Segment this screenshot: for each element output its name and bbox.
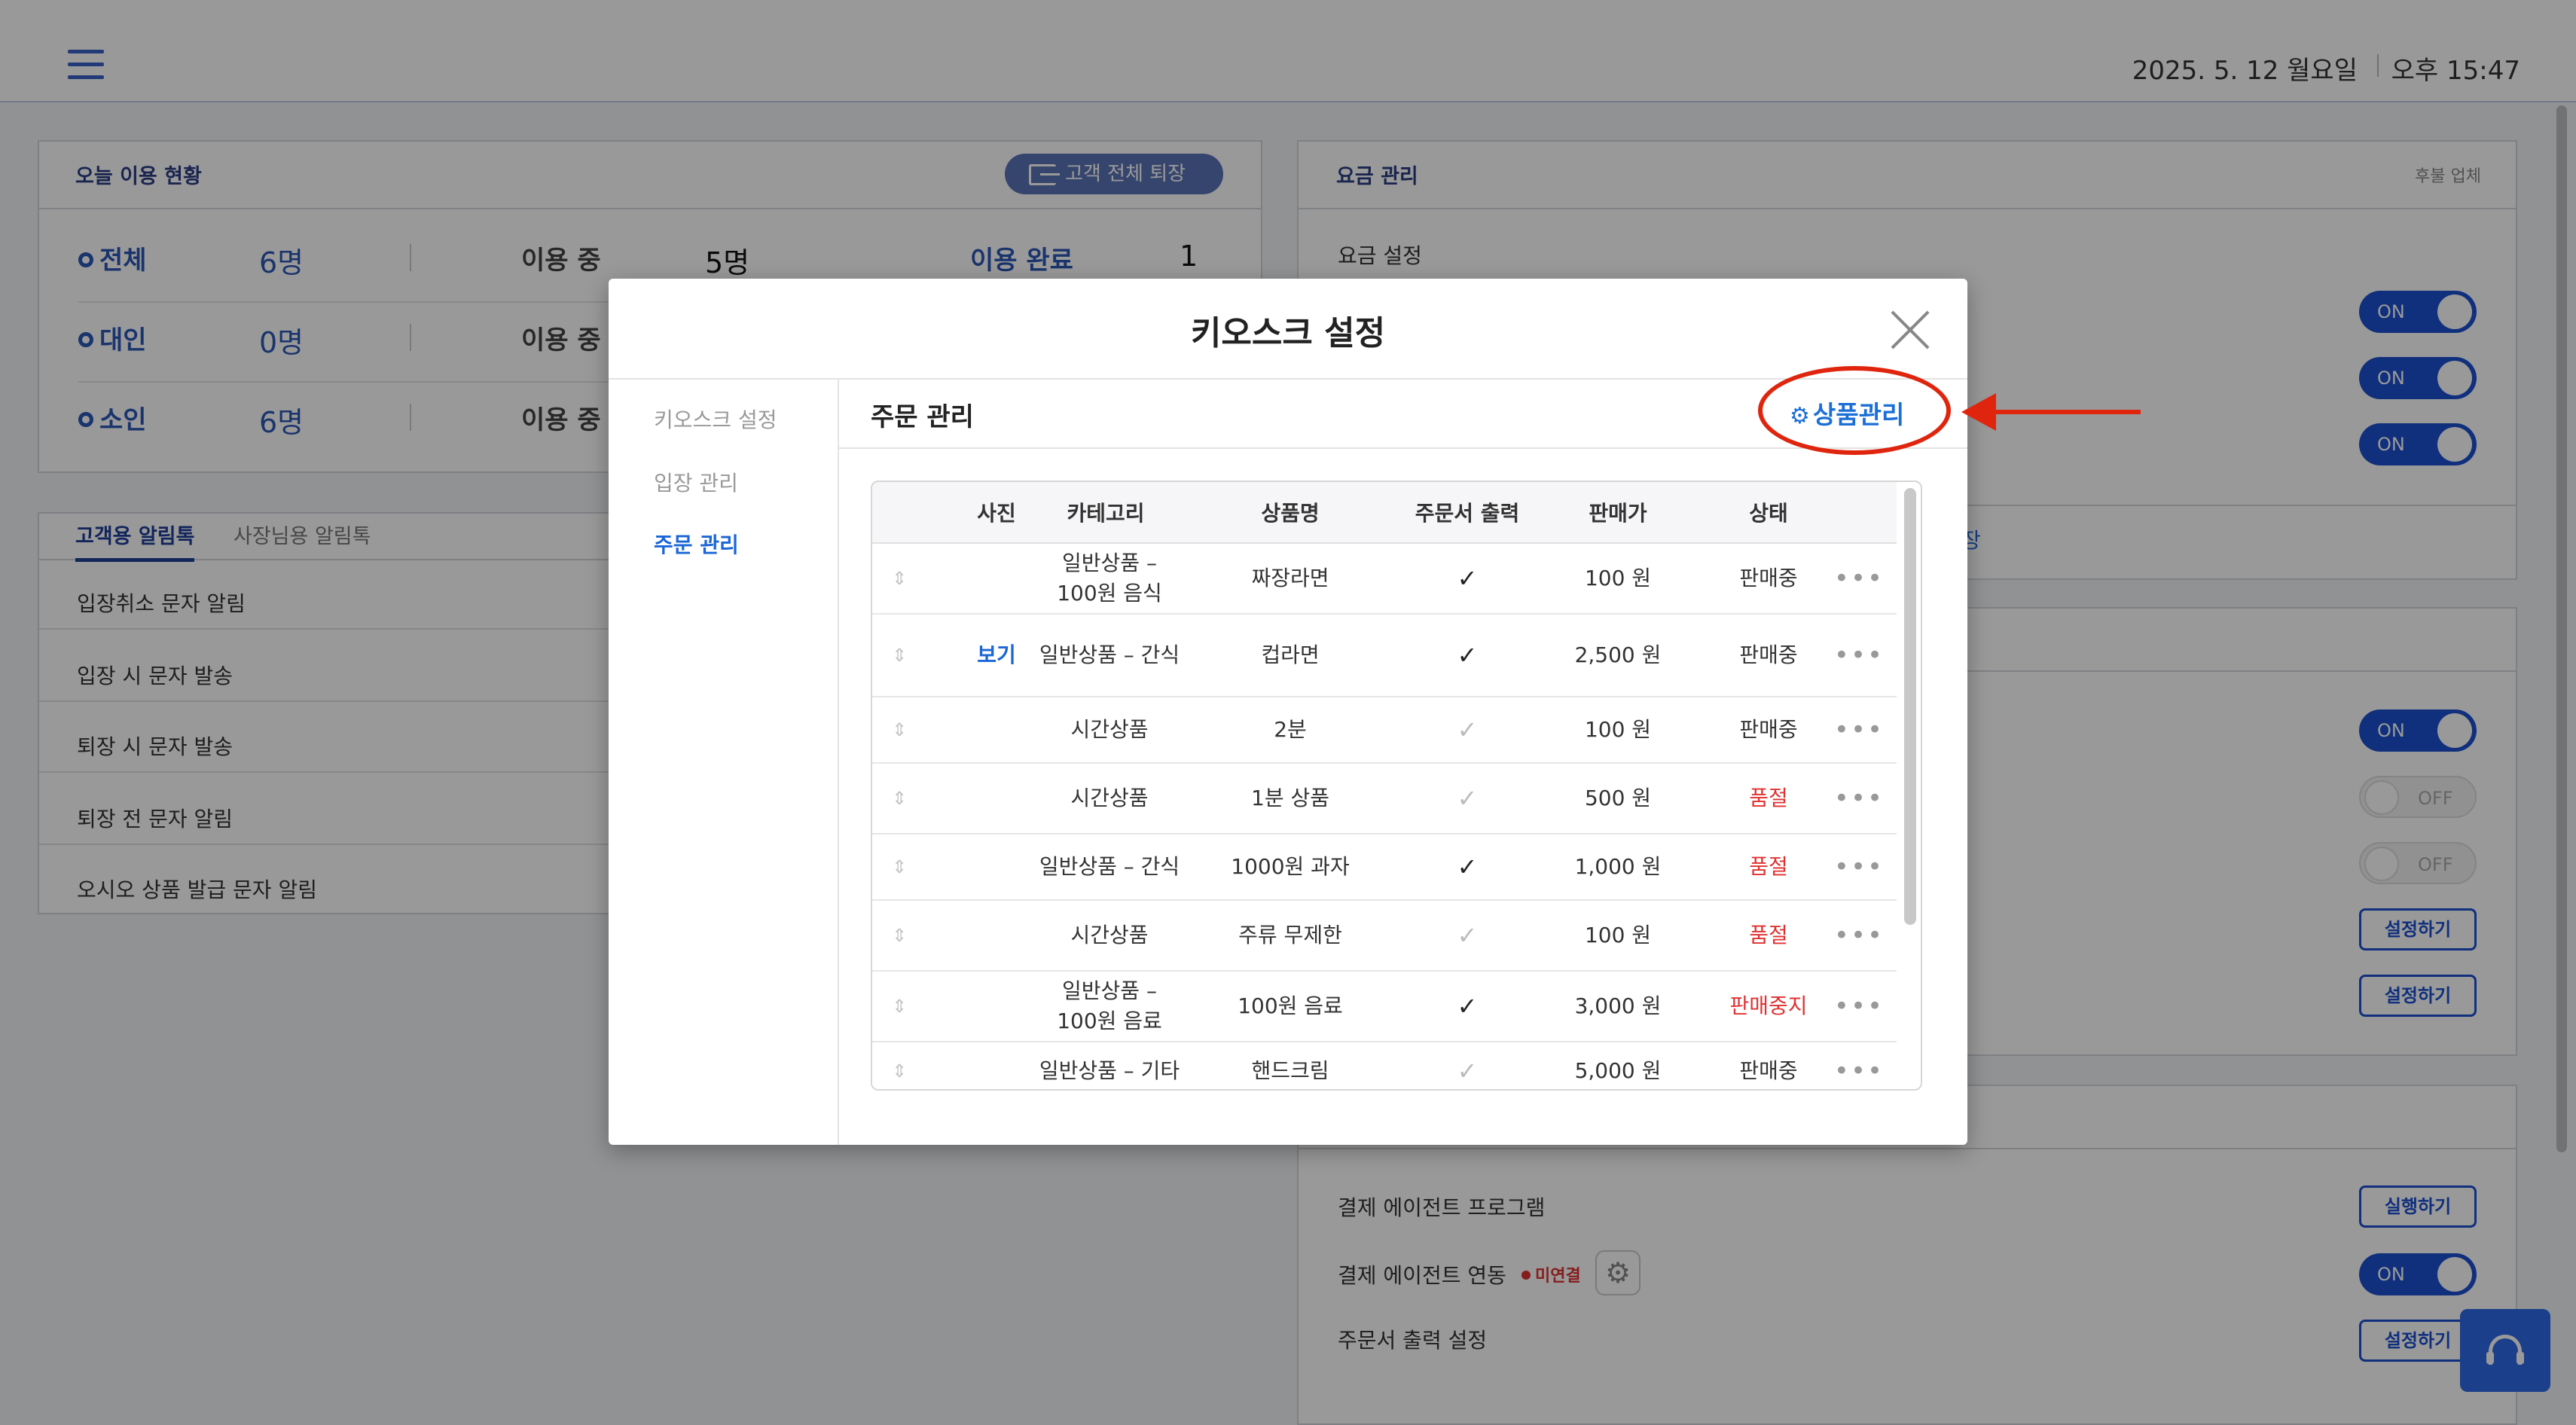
table-row[interactable]: ⇕ 일반상품 – 100원 음료 100원 음료 ✓ 3,000 원 판매중지 •••	[872, 972, 1897, 1042]
more-options-icon[interactable]: •••	[1821, 615, 1897, 696]
table-row[interactable]: ⇕ 시간상품 1분 상품 ✓ 500 원 품절 •••	[872, 764, 1897, 835]
price-cell: 5,000 원	[1574, 1058, 1662, 1083]
table-row[interactable]: ⇕ 일반상품 – 기타 핸드크림 ✓ 5,000 원 판매중 •••	[872, 1042, 1897, 1089]
drag-handle-icon[interactable]: ⇕	[892, 901, 907, 970]
column-price: 판매가	[1589, 501, 1647, 526]
table-row[interactable]: ⇕ 보기 일반상품 – 간식 컵라면 ✓ 2,500 원 판매중 •••	[872, 615, 1897, 697]
table-scrollbar[interactable]	[1904, 488, 1916, 925]
category-cell: 시간상품	[1070, 717, 1149, 742]
section-title: 주문 관리	[871, 402, 974, 432]
category-cell: 일반상품 – 기타	[1039, 1058, 1180, 1083]
check-icon: ✓	[1457, 992, 1478, 1021]
check-icon: ✓	[1457, 1057, 1478, 1085]
close-icon[interactable]	[1889, 309, 1931, 351]
drag-handle-icon[interactable]: ⇕	[892, 972, 907, 1041]
side-item-entry-management[interactable]: 입장 관리	[654, 467, 738, 497]
modal-title: 키오스크 설정	[1190, 314, 1386, 352]
name-cell: 컵라면	[1261, 642, 1320, 667]
more-options-icon[interactable]: •••	[1821, 764, 1897, 833]
category-cell: 일반상품 – 간식	[1039, 854, 1180, 879]
price-cell: 2,500 원	[1574, 642, 1662, 667]
name-cell: 핸드크림	[1251, 1058, 1329, 1083]
price-cell: 1,000 원	[1574, 854, 1662, 879]
drag-handle-icon[interactable]: ⇕	[892, 697, 907, 762]
annotation-circle	[1758, 366, 1951, 455]
drag-handle-icon[interactable]: ⇕	[892, 1042, 907, 1089]
product-table: 사진 카테고리 상품명 주문서 출력 판매가 상태 ⇕ 일반상품 – 100원 음…	[871, 481, 1922, 1091]
drag-handle-icon[interactable]: ⇕	[892, 544, 907, 613]
name-cell: 1분 상품	[1251, 786, 1329, 810]
price-cell: 100 원	[1584, 566, 1652, 590]
side-item-kiosk-settings[interactable]: 키오스크 설정	[654, 404, 777, 434]
column-status: 상태	[1749, 501, 1788, 526]
category-cell: 시간상품	[1070, 923, 1149, 947]
price-cell: 100 원	[1584, 717, 1652, 742]
more-options-icon[interactable]: •••	[1821, 972, 1897, 1041]
table-row[interactable]: ⇕ 시간상품 2분 ✓ 100 원 판매중 •••	[872, 697, 1897, 764]
column-name: 상품명	[1261, 501, 1320, 526]
name-cell: 2분	[1274, 717, 1307, 742]
price-cell: 500 원	[1584, 786, 1652, 810]
check-icon: ✓	[1457, 921, 1478, 950]
check-icon: ✓	[1457, 641, 1478, 670]
name-cell: 100원 음료	[1238, 993, 1343, 1018]
check-icon: ✓	[1457, 784, 1478, 813]
category-cell: 일반상품 – 간식	[1039, 642, 1180, 667]
more-options-icon[interactable]: •••	[1821, 544, 1897, 613]
column-category: 카테고리	[1067, 501, 1145, 526]
category-cell: 일반상품 – 100원 음료	[1057, 978, 1162, 1033]
price-cell: 3,000 원	[1574, 993, 1662, 1018]
more-options-icon[interactable]: •••	[1821, 901, 1897, 970]
category-cell: 일반상품 – 100원 음식	[1057, 551, 1162, 606]
table-row[interactable]: ⇕ 일반상품 – 간식 1000원 과자 ✓ 1,000 원 품절 •••	[872, 835, 1897, 901]
check-icon: ✓	[1457, 564, 1478, 593]
more-options-icon[interactable]: •••	[1821, 835, 1897, 899]
table-row[interactable]: ⇕ 일반상품 – 100원 음식 짜장라면 ✓ 100 원 판매중 •••	[872, 544, 1897, 615]
annotation-arrow-line	[1985, 410, 2141, 414]
check-icon: ✓	[1457, 853, 1478, 881]
table-row[interactable]: ⇕ 시간상품 주류 무제한 ✓ 100 원 품절 •••	[872, 901, 1897, 972]
check-icon: ✓	[1457, 716, 1478, 744]
category-cell: 시간상품	[1070, 786, 1149, 810]
table-header: 사진 카테고리 상품명 주문서 출력 판매가 상태	[872, 482, 1897, 544]
drag-handle-icon[interactable]: ⇕	[892, 615, 907, 696]
price-cell: 100 원	[1584, 923, 1652, 947]
drag-handle-icon[interactable]: ⇕	[892, 835, 907, 899]
name-cell: 짜장라면	[1251, 566, 1329, 590]
side-item-order-management[interactable]: 주문 관리	[654, 529, 739, 559]
name-cell: 1000원 과자	[1231, 854, 1350, 879]
name-cell: 주류 무제한	[1238, 923, 1342, 947]
drag-handle-icon[interactable]: ⇕	[892, 764, 907, 833]
more-options-icon[interactable]: •••	[1821, 697, 1897, 762]
more-options-icon[interactable]: •••	[1821, 1042, 1897, 1089]
